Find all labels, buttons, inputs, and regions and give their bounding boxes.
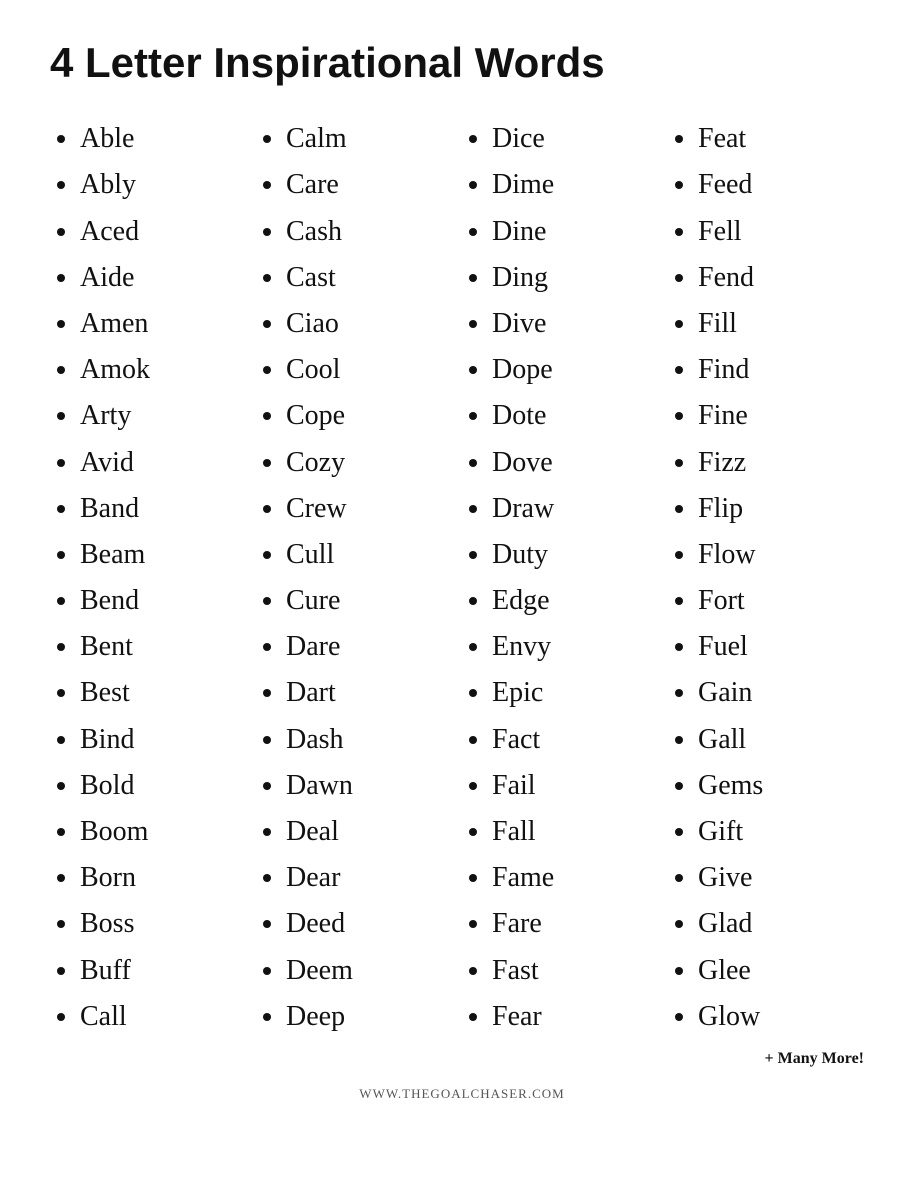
list-item: Dove bbox=[492, 440, 668, 486]
list-item: Flow bbox=[698, 532, 874, 578]
list-item: Dope bbox=[492, 347, 668, 393]
list-item: Deem bbox=[286, 948, 462, 994]
word-column-2: DiceDimeDineDingDiveDopeDoteDoveDrawDuty… bbox=[462, 116, 668, 1040]
list-item: Glad bbox=[698, 901, 874, 947]
list-item: Feat bbox=[698, 116, 874, 162]
list-item: Gall bbox=[698, 717, 874, 763]
list-item: Cure bbox=[286, 578, 462, 624]
list-item: Dart bbox=[286, 670, 462, 716]
list-item: Dime bbox=[492, 162, 668, 208]
list-item: Dote bbox=[492, 393, 668, 439]
word-columns: AbleAblyAcedAideAmenAmokArtyAvidBandBeam… bbox=[50, 116, 874, 1040]
list-item: Cull bbox=[286, 532, 462, 578]
list-item: Amen bbox=[80, 301, 256, 347]
list-item: Find bbox=[698, 347, 874, 393]
list-item: Dawn bbox=[286, 763, 462, 809]
list-item: Boom bbox=[80, 809, 256, 855]
list-item: Dive bbox=[492, 301, 668, 347]
list-item: Cast bbox=[286, 255, 462, 301]
list-item: Fall bbox=[492, 809, 668, 855]
list-item: Feed bbox=[698, 162, 874, 208]
list-item: Able bbox=[80, 116, 256, 162]
list-item: Buff bbox=[80, 948, 256, 994]
list-item: Gems bbox=[698, 763, 874, 809]
list-item: Flip bbox=[698, 486, 874, 532]
list-item: Fort bbox=[698, 578, 874, 624]
list-item: Glee bbox=[698, 948, 874, 994]
list-item: Fill bbox=[698, 301, 874, 347]
list-item: Give bbox=[698, 855, 874, 901]
list-item: Arty bbox=[80, 393, 256, 439]
list-item: Care bbox=[286, 162, 462, 208]
website-footer: WWW.THEGOALCHASER.COM bbox=[50, 1086, 874, 1102]
list-item: Bold bbox=[80, 763, 256, 809]
list-item: Bind bbox=[80, 717, 256, 763]
list-item: Fizz bbox=[698, 440, 874, 486]
list-item: Beam bbox=[80, 532, 256, 578]
list-item: Fame bbox=[492, 855, 668, 901]
list-item: Ably bbox=[80, 162, 256, 208]
list-item: Fine bbox=[698, 393, 874, 439]
list-item: Glow bbox=[698, 994, 874, 1040]
list-item: Ciao bbox=[286, 301, 462, 347]
list-item: Dare bbox=[286, 624, 462, 670]
list-item: Dine bbox=[492, 209, 668, 255]
list-item: Fast bbox=[492, 948, 668, 994]
list-item: Fail bbox=[492, 763, 668, 809]
list-item: Avid bbox=[80, 440, 256, 486]
list-item: Draw bbox=[492, 486, 668, 532]
page-title: 4 Letter Inspirational Words bbox=[50, 40, 874, 86]
list-item: Fend bbox=[698, 255, 874, 301]
list-item: Calm bbox=[286, 116, 462, 162]
list-item: Dash bbox=[286, 717, 462, 763]
list-item: Aide bbox=[80, 255, 256, 301]
list-item: Fell bbox=[698, 209, 874, 255]
list-item: Call bbox=[80, 994, 256, 1040]
list-item: Dice bbox=[492, 116, 668, 162]
list-item: Cash bbox=[286, 209, 462, 255]
list-item: Aced bbox=[80, 209, 256, 255]
list-item: Fear bbox=[492, 994, 668, 1040]
list-item: Born bbox=[80, 855, 256, 901]
list-item: Fact bbox=[492, 717, 668, 763]
word-column-1: CalmCareCashCastCiaoCoolCopeCozyCrewCull… bbox=[256, 116, 462, 1040]
list-item: Deep bbox=[286, 994, 462, 1040]
list-item: Edge bbox=[492, 578, 668, 624]
list-item: Boss bbox=[80, 901, 256, 947]
list-item: Amok bbox=[80, 347, 256, 393]
word-column-3: FeatFeedFellFendFillFindFineFizzFlipFlow… bbox=[668, 116, 874, 1040]
list-item: Band bbox=[80, 486, 256, 532]
list-item: Envy bbox=[492, 624, 668, 670]
list-item: Fuel bbox=[698, 624, 874, 670]
list-item: Dear bbox=[286, 855, 462, 901]
list-item: Cope bbox=[286, 393, 462, 439]
list-item: Deed bbox=[286, 901, 462, 947]
list-item: Gain bbox=[698, 670, 874, 716]
list-item: Cozy bbox=[286, 440, 462, 486]
list-item: Bent bbox=[80, 624, 256, 670]
list-item: Bend bbox=[80, 578, 256, 624]
list-item: Gift bbox=[698, 809, 874, 855]
list-item: Epic bbox=[492, 670, 668, 716]
list-item: Fare bbox=[492, 901, 668, 947]
list-item: Crew bbox=[286, 486, 462, 532]
more-label: + Many More! bbox=[50, 1050, 874, 1068]
list-item: Cool bbox=[286, 347, 462, 393]
list-item: Ding bbox=[492, 255, 668, 301]
list-item: Deal bbox=[286, 809, 462, 855]
list-item: Duty bbox=[492, 532, 668, 578]
list-item: Best bbox=[80, 670, 256, 716]
word-column-0: AbleAblyAcedAideAmenAmokArtyAvidBandBeam… bbox=[50, 116, 256, 1040]
